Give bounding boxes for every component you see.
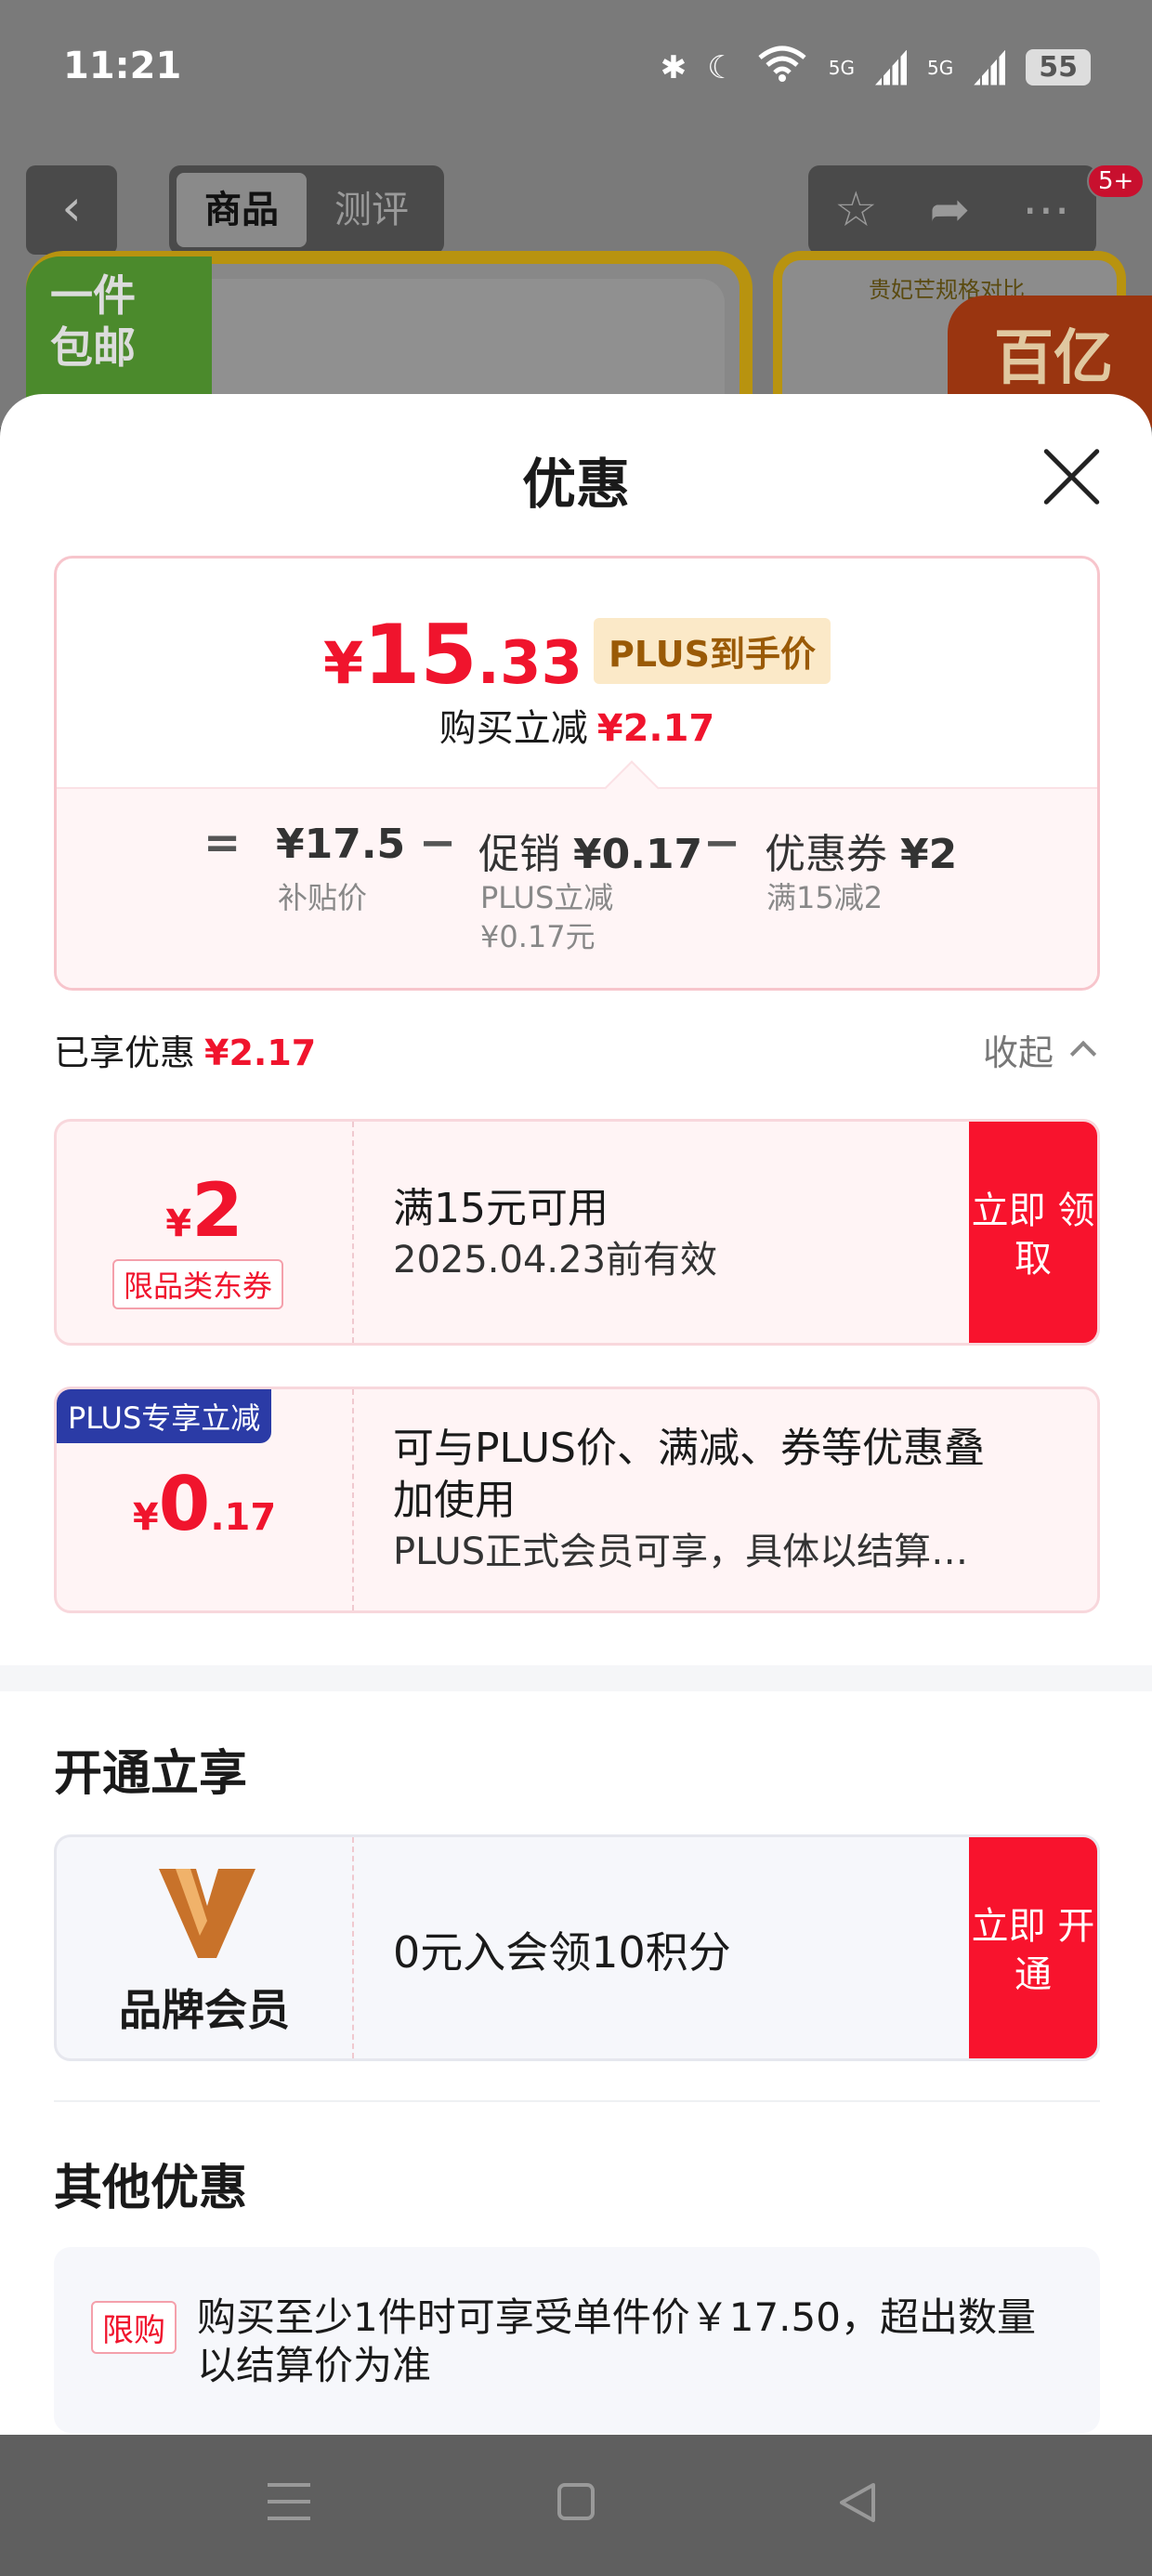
chevron-right-icon[interactable] — [1090, 1488, 1097, 1512]
plus-offer-description: 可与PLUS价、满减、券等优惠叠加使用 PLUS正式会员可享，具体以结算… — [393, 1423, 997, 1577]
close-icon[interactable] — [1039, 444, 1104, 509]
back-button[interactable]: ‹ — [26, 165, 117, 255]
subsidy-label: 补贴价 — [278, 880, 368, 915]
system-nav-bar — [0, 2435, 1152, 2576]
join-section-title: 开通立享 — [54, 1746, 248, 1802]
signal-5g-icon-2: 5G — [927, 56, 954, 79]
coupon-conditions: 满15元可用 2025.04.23前有效 — [393, 1183, 717, 1285]
subsidy-price: ¥17.5 — [276, 821, 406, 868]
brand-member-label: 品牌会员 — [119, 1985, 290, 2035]
status-time: 11:21 — [63, 45, 182, 87]
breakdown-pointer — [604, 760, 660, 816]
limit-text: 购买至少1件时可享受单件价￥17.50，超出数量以结算价为准 — [197, 2294, 1036, 2388]
battery-icon: 55 — [1026, 49, 1091, 85]
product-tabs: 商品 测评 — [169, 165, 444, 255]
plus-offer-line1: 可与PLUS价、满减、券等优惠叠加使用 — [393, 1425, 985, 1524]
promo-sub-1: PLUS立减 — [480, 880, 614, 915]
more-icon[interactable]: ⋯ — [1022, 182, 1070, 238]
claim-coupon-button[interactable]: 立即 领取 — [969, 1122, 1097, 1343]
plus-offer-amount: ¥0.17 — [132, 1461, 277, 1547]
brand-member-logo-icon — [159, 1869, 255, 1958]
status-bar: 11:21 ✱ ☾ 5G 5G 55 — [0, 0, 1152, 139]
coupon-discount: 优惠券 ¥2 — [765, 831, 958, 878]
wifi-icon — [756, 45, 808, 90]
sheet-title: 优惠 — [521, 453, 630, 516]
instant-discount-label: 购买立减 — [439, 707, 588, 750]
limit-tag: 限购 — [91, 2301, 177, 2354]
tab-review[interactable]: 测评 — [307, 173, 437, 247]
moon-icon: ☾ — [707, 48, 736, 86]
coupon-sub: 满15减2 — [766, 880, 884, 915]
home-icon[interactable] — [557, 2483, 595, 2520]
join-member-button[interactable]: 立即 开通 — [969, 1837, 1097, 2058]
discount-sheet: 优惠 ¥15.33 PLUS到手价 购买立减 ¥2.17 = ¥17.5 补贴价 … — [0, 394, 1152, 2435]
plus-offer-value-area: ¥0.17 — [57, 1389, 352, 1610]
plus-offer-line2: PLUS正式会员可享，具体以结算… — [393, 1531, 969, 1573]
signal-5g-icon: 5G — [828, 56, 856, 79]
coupon-value-area: ¥2 限品类东券 — [57, 1122, 352, 1343]
minus-sign-2: − — [703, 817, 741, 869]
member-divider — [352, 1837, 354, 2058]
share-icon[interactable]: ➦ — [930, 182, 971, 238]
coupon-divider — [352, 1122, 354, 1343]
coupon-category-tag: 限品类东券 — [112, 1259, 284, 1309]
header-actions: ☆ ➦ ⋯ — [808, 165, 1096, 255]
signal-bars-icon — [875, 49, 908, 85]
price-summary: ¥15.33 PLUS到手价 购买立减 ¥2.17 = ¥17.5 补贴价 − 促… — [54, 556, 1100, 991]
thin-divider — [54, 2100, 1100, 2102]
instant-discount-row: 购买立减 ¥2.17 — [57, 698, 1097, 752]
status-icons: ✱ ☾ 5G 5G 55 — [661, 45, 1091, 90]
promo-sub-2: ¥0.17元 — [480, 919, 596, 954]
collapse-button[interactable]: 收起 — [983, 1024, 1054, 1075]
other-section-title: 其他优惠 — [54, 2161, 248, 2216]
plus-price-tag: PLUS到手价 — [594, 618, 831, 684]
brand-member-card: 品牌会员 0元入会领10积分 立即 开通 — [54, 1834, 1100, 2061]
plus-offer-divider — [352, 1389, 354, 1610]
notification-badge: 5+ — [1087, 164, 1145, 199]
enjoyed-discount: 已享优惠 ¥2.17 — [54, 1032, 317, 1073]
recent-apps-icon[interactable] — [268, 2483, 310, 2520]
back-icon[interactable] — [836, 2481, 879, 2524]
bluetooth-icon: ✱ — [660, 48, 687, 86]
coupon-threshold: 满15元可用 — [393, 1185, 609, 1232]
section-divider — [0, 1665, 1152, 1691]
tab-product[interactable]: 商品 — [177, 173, 307, 247]
final-price: ¥15.33 — [323, 607, 583, 703]
plus-offer-card[interactable]: PLUS专享立减 ¥0.17 可与PLUS价、满减、券等优惠叠加使用 PLUS正… — [54, 1387, 1100, 1613]
minus-sign-1: − — [419, 817, 457, 869]
final-price-row: ¥15.33 PLUS到手价 — [57, 607, 1097, 703]
coupon-amount: ¥2 — [165, 1167, 243, 1254]
instant-discount-value: ¥2.17 — [596, 707, 715, 750]
star-icon[interactable]: ☆ — [834, 182, 878, 238]
purchase-limit-card: 限购 购买至少1件时可享受单件价￥17.50，超出数量以结算价为准 — [54, 2247, 1100, 2433]
price-breakdown: = ¥17.5 补贴价 − 促销 ¥0.17 PLUS立减 ¥0.17元 − 优… — [57, 760, 1097, 988]
equals-sign: = — [203, 817, 242, 869]
promo-discount: 促销 ¥0.17 — [478, 831, 703, 878]
member-benefit-text: 0元入会领10积分 — [393, 1927, 731, 1978]
chevron-up-icon[interactable] — [1069, 1040, 1097, 1068]
coupon-expiry: 2025.04.23前有效 — [393, 1239, 718, 1281]
signal-bars-icon-2 — [974, 49, 1006, 85]
coupon-card: ¥2 限品类东券 满15元可用 2025.04.23前有效 立即 领取 — [54, 1119, 1100, 1346]
